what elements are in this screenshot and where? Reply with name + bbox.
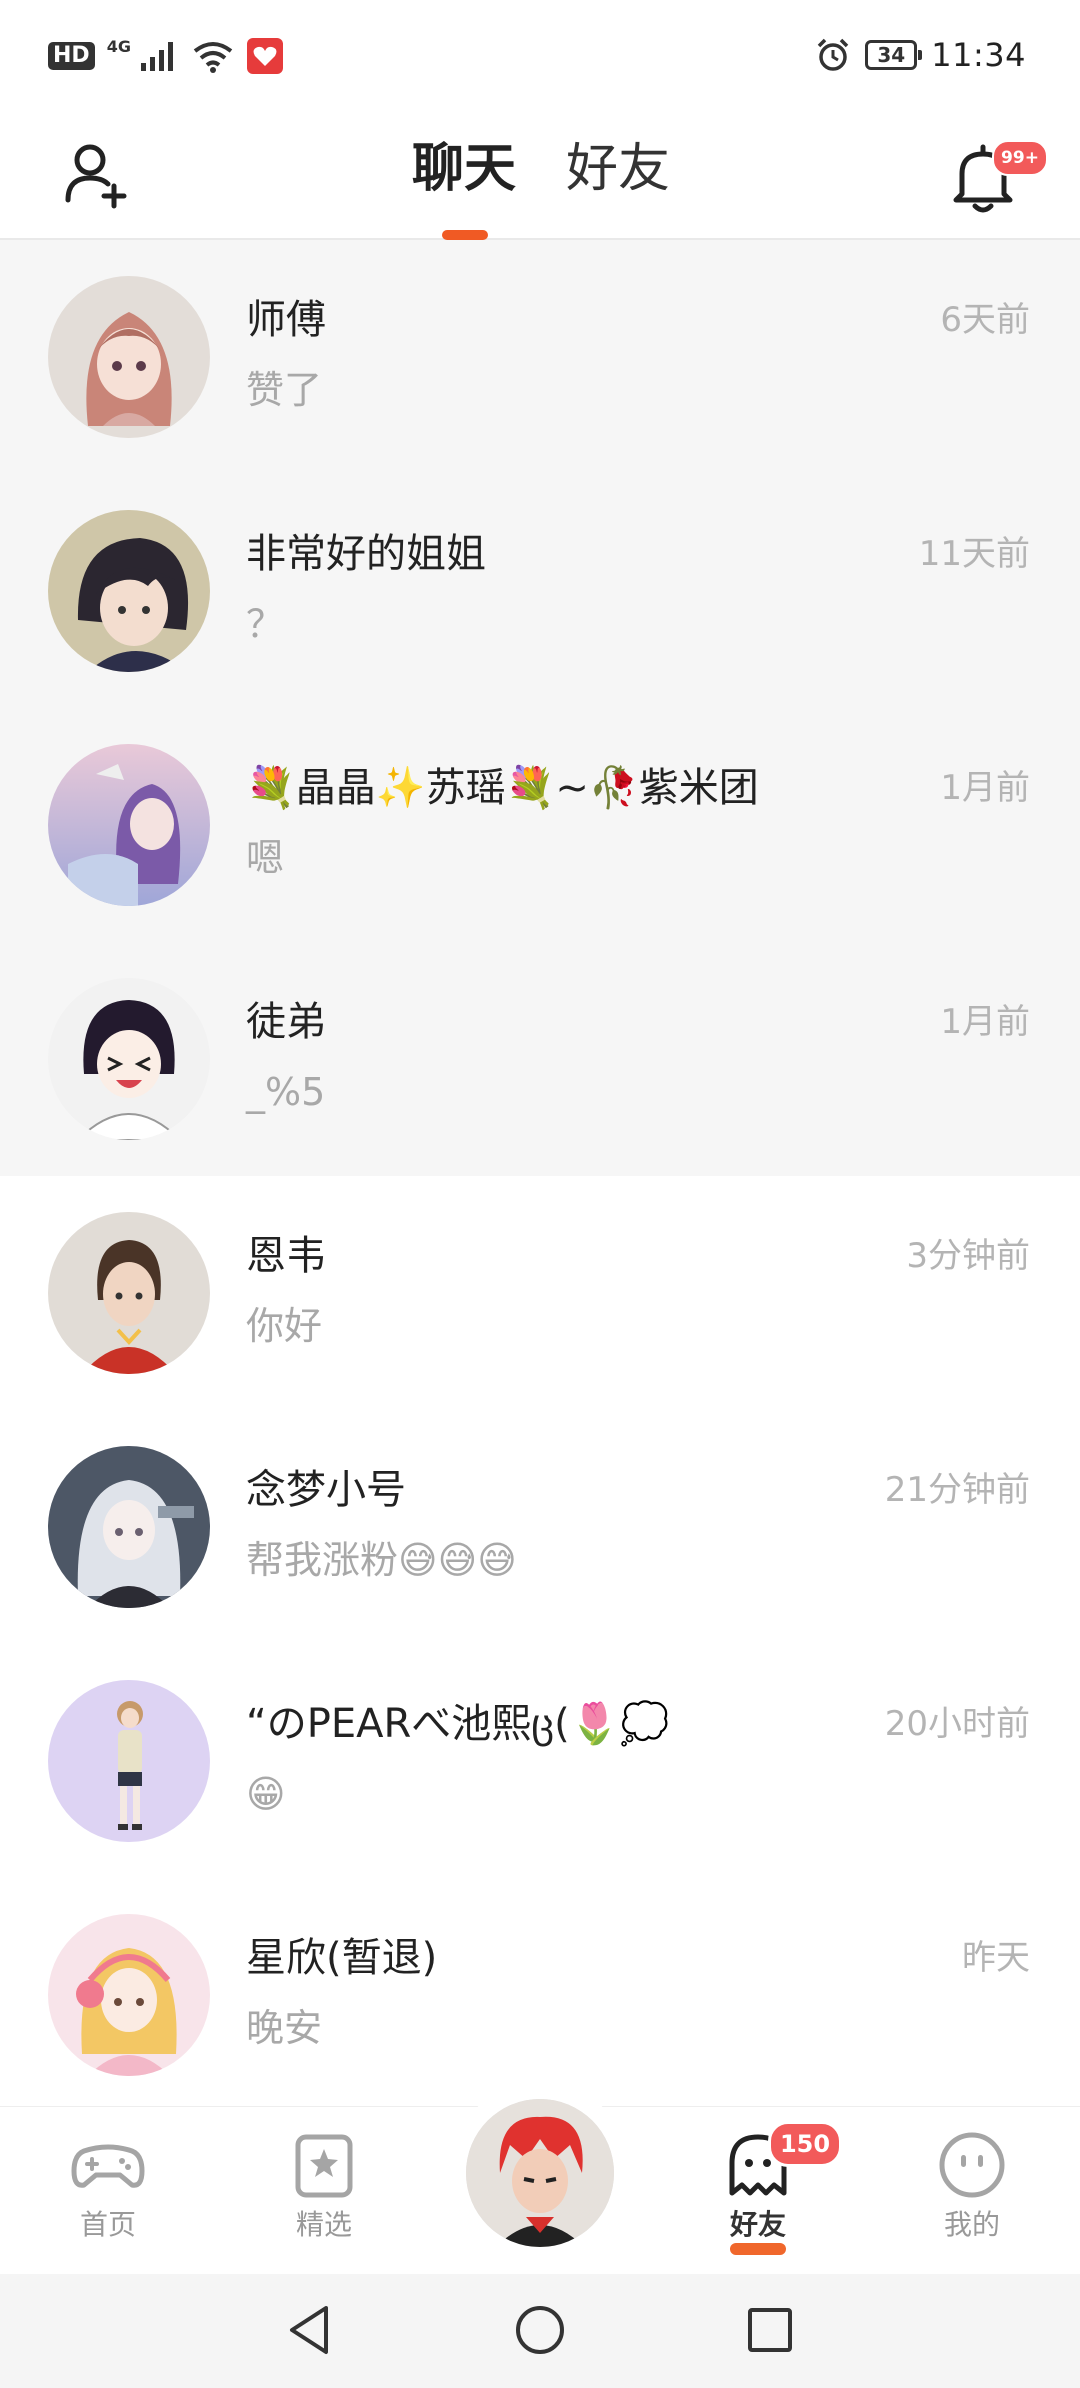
tab-friends[interactable]: 好友: [566, 134, 670, 204]
chat-time: 昨天: [962, 1938, 1030, 1978]
chat-name: 星欣(暂退): [246, 1935, 438, 1981]
avatar-image: [48, 978, 210, 1140]
app-notification-icon: [246, 38, 283, 74]
avatar-image: [48, 1446, 210, 1608]
nav-active-indicator: [730, 2243, 786, 2255]
chat-list: 师傅 赞了 6天前 非常好的姐姐 ？ 11天前 💐晶晶✨苏瑶💐~🥀紫米团 嗯 1…: [0, 240, 1080, 2112]
home-circle-icon[interactable]: [512, 2302, 568, 2358]
wifi-icon: [193, 42, 233, 73]
avatar[interactable]: [48, 510, 210, 672]
chat-last-message: 你好: [246, 1304, 323, 1348]
smiley-icon: [939, 2132, 1005, 2198]
nav-friends[interactable]: 好友 150: [688, 2121, 842, 2257]
chat-row[interactable]: 徒弟 _%5 1月前: [0, 942, 1080, 1176]
chat-name: 师傅: [246, 297, 326, 343]
system-nav-bar: [0, 2274, 1080, 2388]
gamepad-icon: [71, 2144, 145, 2188]
nav-featured-label: 精选: [295, 2208, 352, 2241]
signal-icon: [140, 42, 173, 71]
chat-name: “のPEARべ池熙ც(🌷💭: [246, 1701, 670, 1747]
tab-chat[interactable]: 聊天: [412, 134, 516, 204]
notification-button[interactable]: 99+: [948, 132, 1058, 222]
recent-apps-icon[interactable]: [742, 2302, 798, 2358]
chat-time: 20小时前: [884, 1704, 1030, 1744]
avatar-image: [466, 2099, 614, 2247]
battery-indicator: 34: [865, 40, 923, 70]
chat-row[interactable]: 非常好的姐姐 ？ 11天前: [0, 474, 1080, 708]
chat-name: 💐晶晶✨苏瑶💐~🥀紫米团: [246, 765, 759, 811]
chat-row[interactable]: 💐晶晶✨苏瑶💐~🥀紫米团 嗯 1月前: [0, 708, 1080, 942]
chat-last-message: 嗯: [246, 836, 285, 880]
chat-time: 21分钟前: [884, 1470, 1030, 1510]
notification-badge: 99+: [992, 140, 1048, 176]
friends-badge: 150: [768, 2121, 842, 2167]
avatar-image: [48, 510, 210, 672]
avatar[interactable]: [48, 978, 210, 1140]
status-right: 34 11:34: [815, 36, 1026, 74]
clock: 11:34: [931, 36, 1026, 74]
nav-home-label: 首页: [79, 2208, 136, 2241]
chat-row[interactable]: “のPEARべ池熙ც(🌷💭 😁 20小时前: [0, 1644, 1080, 1878]
avatar-image: [48, 1680, 210, 1842]
chat-last-message: _%5: [246, 1070, 326, 1114]
avatar-image: [48, 276, 210, 438]
avatar[interactable]: [48, 1914, 210, 2076]
chat-row[interactable]: 师傅 赞了 6天前: [0, 240, 1080, 474]
avatar[interactable]: [48, 276, 210, 438]
nav-featured[interactable]: 精选: [254, 2127, 394, 2257]
avatar-image: [48, 744, 210, 906]
chat-name: 恩韦: [246, 1233, 326, 1279]
nav-friends-label: 好友: [729, 2208, 786, 2241]
status-bar: HD 4G 34 11:34: [0, 0, 1080, 120]
center-avatar-button[interactable]: [466, 2099, 614, 2247]
hd-indicator: HD: [48, 42, 95, 70]
back-icon[interactable]: [282, 2302, 338, 2358]
nav-home[interactable]: 首页: [38, 2127, 178, 2257]
chat-row[interactable]: 念梦小号 帮我涨粉😅😅😅 21分钟前: [0, 1410, 1080, 1644]
nav-mine-label: 我的: [943, 2208, 1000, 2241]
chat-time: 11天前: [918, 534, 1030, 574]
status-left: HD 4G: [48, 36, 283, 74]
chat-last-message: 帮我涨粉😅😅😅: [246, 1538, 517, 1582]
chat-last-message: 赞了: [246, 368, 323, 412]
chat-time: 6天前: [940, 300, 1030, 340]
chat-time: 3分钟前: [906, 1236, 1030, 1276]
avatar[interactable]: [48, 1680, 210, 1842]
header-tabs: 聊天 好友: [0, 120, 1080, 240]
chat-time: 1月前: [940, 1002, 1030, 1042]
chat-last-message: ？: [246, 602, 285, 646]
chat-name: 徒弟: [246, 999, 326, 1045]
chat-last-message: 晚安: [246, 2006, 323, 2050]
alarm-icon: [818, 38, 849, 71]
network-type: 4G: [106, 36, 131, 56]
active-tab-indicator: [442, 230, 488, 240]
chat-name: 非常好的姐姐: [246, 531, 486, 577]
star-bookmark-icon: [295, 2134, 353, 2198]
avatar-image: [48, 1914, 210, 2076]
chat-name: 念梦小号: [246, 1467, 406, 1513]
chat-row[interactable]: 恩韦 你好 3分钟前: [0, 1176, 1080, 1410]
avatar[interactable]: [48, 744, 210, 906]
avatar[interactable]: [48, 1446, 210, 1608]
nav-mine[interactable]: 我的: [902, 2127, 1042, 2257]
top-header: 聊天 好友 99+: [0, 120, 1080, 240]
bottom-nav: 首页 精选 好友 150 我的: [0, 2077, 1080, 2274]
chat-last-message: 😁: [246, 1772, 286, 1816]
avatar-image: [48, 1212, 210, 1374]
chat-time: 1月前: [940, 768, 1030, 808]
avatar[interactable]: [48, 1212, 210, 1374]
